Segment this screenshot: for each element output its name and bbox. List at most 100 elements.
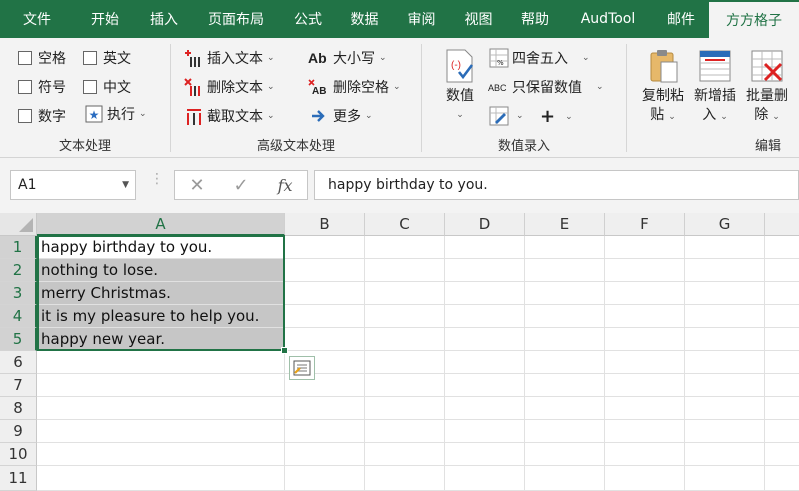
cell-f11[interactable] bbox=[605, 466, 685, 491]
name-box[interactable]: A1 ▼ bbox=[10, 170, 136, 200]
cell-g3[interactable] bbox=[685, 282, 765, 305]
delete-text-button[interactable]: 删除文本 ⌄ bbox=[183, 77, 275, 97]
cell-g11[interactable] bbox=[685, 466, 765, 491]
cell-c11[interactable] bbox=[365, 466, 445, 491]
cell-b4[interactable] bbox=[285, 305, 365, 328]
cell-b1[interactable] bbox=[285, 236, 365, 259]
cell-d8[interactable] bbox=[445, 397, 525, 420]
tab-formulas[interactable]: 公式 bbox=[280, 0, 336, 38]
add-insert-button[interactable]: 新增插 入 ⌄ bbox=[691, 48, 739, 127]
cell-a2[interactable]: nothing to lose. bbox=[37, 259, 285, 282]
cell-f6[interactable] bbox=[605, 351, 685, 374]
insert-text-button[interactable]: 插入文本 ⌄ bbox=[183, 48, 275, 68]
tab-review[interactable]: 审阅 bbox=[393, 0, 450, 38]
delete-spaces-button[interactable]: AB 删除空格 ⌄ bbox=[307, 77, 401, 97]
cell-f4[interactable] bbox=[605, 305, 685, 328]
cell-g9[interactable] bbox=[685, 420, 765, 443]
checkbox-box[interactable] bbox=[83, 80, 97, 94]
value-button[interactable]: (-) 数值 ⌄ bbox=[442, 48, 478, 125]
cell-a9[interactable] bbox=[37, 420, 285, 443]
cell-a6[interactable] bbox=[37, 351, 285, 374]
cell-c7[interactable] bbox=[365, 374, 445, 397]
cell-e1[interactable] bbox=[525, 236, 605, 259]
more-button[interactable]: 更多 ⌄ bbox=[307, 106, 373, 126]
confirm-icon[interactable]: ✓ bbox=[234, 175, 249, 196]
copy-paste-button[interactable]: 复制粘 贴 ⌄ bbox=[639, 48, 687, 127]
cell-f1[interactable] bbox=[605, 236, 685, 259]
tab-help[interactable]: 帮助 bbox=[507, 0, 563, 38]
cell-f9[interactable] bbox=[605, 420, 685, 443]
cell-e6[interactable] bbox=[525, 351, 605, 374]
quick-analysis-button[interactable] bbox=[289, 356, 315, 380]
cell-c1[interactable] bbox=[365, 236, 445, 259]
cell-h4[interactable] bbox=[765, 305, 799, 328]
cell-c3[interactable] bbox=[365, 282, 445, 305]
cell-h6[interactable] bbox=[765, 351, 799, 374]
cell-h5[interactable] bbox=[765, 328, 799, 351]
tab-page-layout[interactable]: 页面布局 bbox=[192, 0, 280, 38]
cell-g8[interactable] bbox=[685, 397, 765, 420]
cell-c9[interactable] bbox=[365, 420, 445, 443]
cell-d5[interactable] bbox=[445, 328, 525, 351]
cell-g6[interactable] bbox=[685, 351, 765, 374]
checkbox-box[interactable] bbox=[18, 80, 32, 94]
column-header-g[interactable]: G bbox=[685, 213, 765, 236]
checkbox-box[interactable] bbox=[18, 51, 32, 65]
column-header-e[interactable]: E bbox=[525, 213, 605, 236]
tab-mail[interactable]: 邮件 bbox=[653, 0, 709, 38]
cell-d2[interactable] bbox=[445, 259, 525, 282]
case-button[interactable]: Ab 大小写 ⌄ bbox=[307, 48, 387, 68]
execute-button[interactable]: ★ 执行 ⌄ bbox=[83, 104, 147, 124]
row-header-2[interactable]: 2 bbox=[0, 259, 37, 282]
extract-text-button[interactable]: 截取文本 ⌄ bbox=[183, 106, 275, 126]
cell-e11[interactable] bbox=[525, 466, 605, 491]
cell-g10[interactable] bbox=[685, 443, 765, 466]
cell-e5[interactable] bbox=[525, 328, 605, 351]
row-header-9[interactable]: 9 bbox=[0, 420, 37, 443]
cell-f7[interactable] bbox=[605, 374, 685, 397]
cell-b2[interactable] bbox=[285, 259, 365, 282]
cell-d10[interactable] bbox=[445, 443, 525, 466]
chevron-down-icon[interactable]: ▼ bbox=[122, 180, 129, 190]
row-header-11[interactable]: 11 bbox=[0, 466, 37, 491]
cell-d9[interactable] bbox=[445, 420, 525, 443]
batch-delete-button[interactable]: 批量删 除 ⌄ bbox=[743, 48, 791, 127]
checkbox-chinese[interactable]: 中文 bbox=[83, 77, 131, 97]
cell-a7[interactable] bbox=[37, 374, 285, 397]
cell-g2[interactable] bbox=[685, 259, 765, 282]
add-button[interactable]: + ⌄ bbox=[540, 106, 573, 127]
cell-b8[interactable] bbox=[285, 397, 365, 420]
row-header-3[interactable]: 3 bbox=[0, 282, 37, 305]
cell-c4[interactable] bbox=[365, 305, 445, 328]
tab-view[interactable]: 视图 bbox=[450, 0, 507, 38]
cell-h1[interactable] bbox=[765, 236, 799, 259]
cell-f3[interactable] bbox=[605, 282, 685, 305]
row-header-10[interactable]: 10 bbox=[0, 443, 37, 466]
cell-a4[interactable]: it is my pleasure to help you. bbox=[37, 305, 285, 328]
select-all-button[interactable] bbox=[0, 213, 37, 236]
cell-f2[interactable] bbox=[605, 259, 685, 282]
cell-h9[interactable] bbox=[765, 420, 799, 443]
tab-fangfanggezi[interactable]: 方方格子 bbox=[709, 2, 799, 38]
checkbox-symbol[interactable]: 符号 bbox=[18, 77, 66, 97]
cell-e2[interactable] bbox=[525, 259, 605, 282]
cell-a8[interactable] bbox=[37, 397, 285, 420]
tab-audtool[interactable]: AudTool bbox=[563, 0, 653, 38]
column-header-h-partial[interactable] bbox=[765, 213, 799, 236]
cell-c8[interactable] bbox=[365, 397, 445, 420]
cell-a10[interactable] bbox=[37, 443, 285, 466]
cell-g5[interactable] bbox=[685, 328, 765, 351]
row-header-6[interactable]: 6 bbox=[0, 351, 37, 374]
row-header-8[interactable]: 8 bbox=[0, 397, 37, 420]
tab-file[interactable]: 文件 bbox=[0, 0, 74, 38]
row-header-1[interactable]: 1 bbox=[0, 236, 37, 259]
insert-function-icon[interactable]: fx bbox=[278, 176, 293, 195]
cell-g7[interactable] bbox=[685, 374, 765, 397]
checkbox-box[interactable] bbox=[18, 109, 32, 123]
tab-insert[interactable]: 插入 bbox=[136, 0, 192, 38]
cell-h10[interactable] bbox=[765, 443, 799, 466]
cell-d6[interactable] bbox=[445, 351, 525, 374]
cell-c2[interactable] bbox=[365, 259, 445, 282]
row-header-5[interactable]: 5 bbox=[0, 328, 37, 351]
column-header-c[interactable]: C bbox=[365, 213, 445, 236]
